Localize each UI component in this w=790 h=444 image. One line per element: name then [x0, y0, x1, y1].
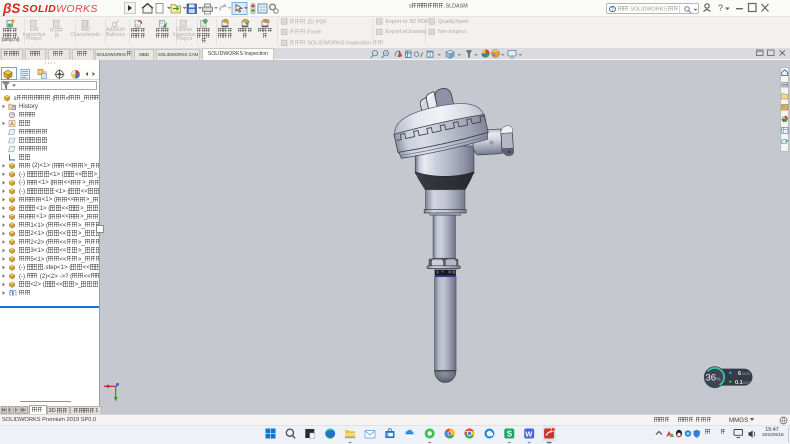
svg-text:0.1: 0.1: [735, 380, 743, 386]
svg-text:6: 6: [738, 371, 741, 377]
svg-text:KB/S: KB/S: [743, 381, 752, 385]
svg-text:KB/S: KB/S: [742, 372, 751, 376]
svg-text:%: %: [717, 377, 721, 382]
svg-text:36: 36: [706, 373, 717, 384]
